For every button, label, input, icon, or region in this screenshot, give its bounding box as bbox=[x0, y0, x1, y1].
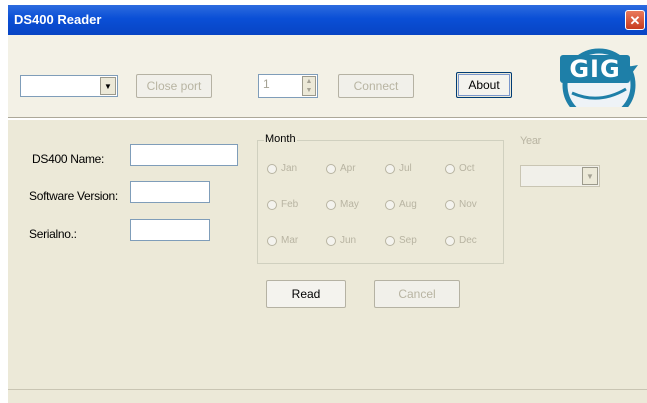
month-radio-may[interactable]: May bbox=[326, 199, 359, 210]
read-button[interactable]: Read bbox=[266, 280, 346, 308]
month-label: Oct bbox=[459, 163, 475, 174]
spinner-value: 1 bbox=[263, 77, 270, 91]
about-button[interactable]: About bbox=[456, 72, 512, 98]
ds400-name-label: DS400 Name: bbox=[32, 152, 105, 166]
month-label: Jul bbox=[399, 163, 412, 174]
close-icon[interactable]: ✕ bbox=[625, 10, 645, 30]
radio-icon bbox=[385, 235, 395, 246]
chevron-down-icon[interactable]: ▼ bbox=[582, 167, 598, 185]
month-label: Jun bbox=[340, 235, 357, 246]
month-radio-aug[interactable]: Aug bbox=[385, 199, 417, 210]
toolbar-area: ▼ Close port 1 ▲ ▼ Connect About bbox=[8, 35, 647, 117]
month-label: Feb bbox=[281, 199, 299, 210]
month-radio-apr[interactable]: Apr bbox=[326, 163, 356, 174]
month-radio-oct[interactable]: Oct bbox=[445, 163, 475, 174]
cancel-button[interactable]: Cancel bbox=[374, 280, 460, 308]
radio-icon bbox=[445, 163, 455, 174]
window-title: DS400 Reader bbox=[14, 12, 102, 27]
month-group-title: Month bbox=[264, 133, 297, 145]
radio-icon bbox=[326, 163, 336, 174]
status-bar bbox=[8, 389, 647, 403]
radio-icon bbox=[385, 163, 395, 174]
chevron-down-icon[interactable]: ▼ bbox=[100, 77, 116, 95]
close-port-button[interactable]: Close port bbox=[136, 74, 212, 98]
ds400-name-field[interactable] bbox=[130, 144, 238, 166]
month-label: Aug bbox=[399, 199, 417, 210]
month-radio-mar[interactable]: Mar bbox=[267, 235, 298, 246]
month-label: Sep bbox=[399, 235, 417, 246]
month-radio-feb[interactable]: Feb bbox=[267, 199, 298, 210]
radio-icon bbox=[445, 199, 455, 210]
year-combo[interactable]: ▼ bbox=[520, 165, 600, 187]
software-version-label: Software Version: bbox=[29, 189, 118, 203]
radio-icon bbox=[267, 163, 277, 174]
serialno-label: Serialno.: bbox=[29, 227, 77, 241]
month-radio-jul[interactable]: Jul bbox=[385, 163, 412, 174]
port-number-spinner[interactable]: 1 ▲ ▼ bbox=[258, 74, 318, 98]
month-radio-jun[interactable]: Jun bbox=[326, 235, 356, 246]
month-radio-jan[interactable]: Jan bbox=[267, 163, 297, 174]
month-radio-sep[interactable]: Sep bbox=[385, 235, 417, 246]
radio-icon bbox=[385, 199, 395, 210]
title-bar: DS400 Reader ✕ bbox=[8, 5, 647, 35]
connect-button[interactable]: Connect bbox=[338, 74, 414, 98]
month-label: Nov bbox=[459, 199, 477, 210]
radio-icon bbox=[326, 235, 336, 246]
logo-text: GIG bbox=[569, 55, 620, 83]
port-combo[interactable]: ▼ bbox=[20, 75, 118, 97]
month-radio-nov[interactable]: Nov bbox=[445, 199, 477, 210]
gig-logo: GIG bbox=[554, 45, 640, 107]
month-label: Mar bbox=[281, 235, 299, 246]
serialno-field[interactable] bbox=[130, 219, 210, 241]
spin-arrows-icon[interactable]: ▲ ▼ bbox=[302, 76, 316, 96]
radio-icon bbox=[267, 235, 277, 246]
radio-icon bbox=[267, 199, 277, 210]
software-version-field[interactable] bbox=[130, 181, 210, 203]
month-label: Jan bbox=[281, 163, 298, 174]
radio-icon bbox=[326, 199, 336, 210]
year-label: Year bbox=[520, 135, 542, 147]
radio-icon bbox=[445, 235, 455, 246]
month-label: Dec bbox=[459, 235, 477, 246]
month-label: Apr bbox=[340, 163, 356, 174]
app-window: DS400 Reader ✕ ▼ Close port 1 ▲ ▼ Connect… bbox=[8, 5, 647, 403]
month-label: May bbox=[340, 199, 359, 210]
month-radio-dec[interactable]: Dec bbox=[445, 235, 477, 246]
